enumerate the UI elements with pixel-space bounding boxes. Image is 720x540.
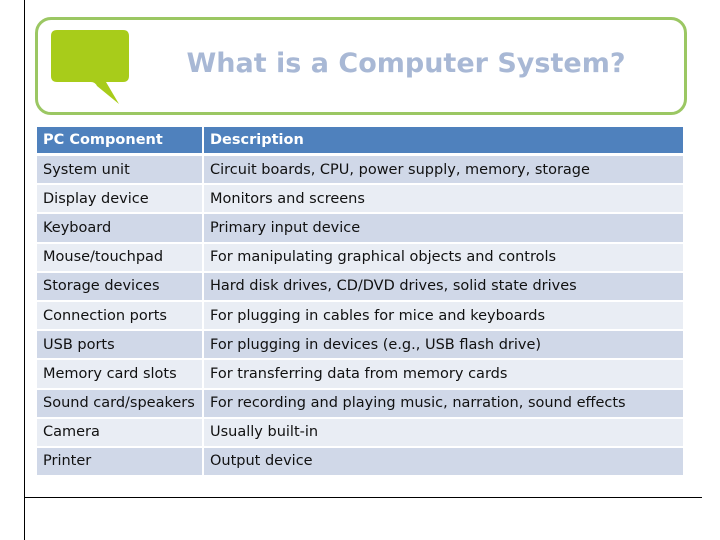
table-header-row: PC Component Description <box>37 127 683 156</box>
description-cell: Hard disk drives, CD/DVD drives, solid s… <box>204 272 683 302</box>
header-description: Description <box>204 127 683 156</box>
component-cell: Memory card slots <box>37 360 204 390</box>
bottom-divider-line <box>24 497 702 498</box>
description-cell: For plugging in cables for mice and keyb… <box>204 301 683 332</box>
description-cell: For recording and playing music, narrati… <box>204 389 683 419</box>
description-cell: For plugging in devices (e.g., USB flash… <box>204 331 683 361</box>
component-cell: Mouse/touchpad <box>37 243 204 273</box>
description-cell: Output device <box>204 447 683 478</box>
component-cell: Keyboard <box>37 214 204 244</box>
component-cell: System unit <box>37 156 204 186</box>
table-row: Connection ports For plugging in cables … <box>37 301 683 332</box>
component-cell: Sound card/speakers <box>37 389 204 419</box>
left-border-line <box>24 0 25 540</box>
description-cell: Monitors and screens <box>204 185 683 215</box>
table-row: Display device Monitors and screens <box>37 185 683 215</box>
table-row: USB ports For plugging in devices (e.g.,… <box>37 331 683 361</box>
description-cell: Circuit boards, CPU, power supply, memor… <box>204 156 683 186</box>
description-cell: Usually built-in <box>204 418 683 448</box>
table-row: System unit Circuit boards, CPU, power s… <box>37 156 683 186</box>
component-cell: Printer <box>37 447 204 478</box>
table-row: Sound card/speakers For recording and pl… <box>37 389 683 419</box>
description-cell: For transferring data from memory cards <box>204 360 683 390</box>
table-row: Keyboard Primary input device <box>37 214 683 244</box>
title-box: What is a Computer System? <box>35 17 687 115</box>
table-row: Memory card slots For transferring data … <box>37 360 683 390</box>
header-pc-component: PC Component <box>37 127 204 156</box>
table-row: Camera Usually built-in <box>37 418 683 448</box>
description-cell: Primary input device <box>204 214 683 244</box>
component-cell: Camera <box>37 418 204 448</box>
slide-title: What is a Computer System? <box>186 48 626 79</box>
table-row: Mouse/touchpad For manipulating graphica… <box>37 243 683 273</box>
table-row: Storage devices Hard disk drives, CD/DVD… <box>37 272 683 302</box>
component-cell: Storage devices <box>37 272 204 302</box>
component-cell: Display device <box>37 185 204 215</box>
components-table: PC Component Description System unit Cir… <box>37 127 683 478</box>
component-cell: Connection ports <box>37 301 204 332</box>
table-row: Printer Output device <box>37 447 683 478</box>
description-cell: For manipulating graphical objects and c… <box>204 243 683 273</box>
component-cell: USB ports <box>37 331 204 361</box>
speech-bubble-icon <box>51 30 129 104</box>
